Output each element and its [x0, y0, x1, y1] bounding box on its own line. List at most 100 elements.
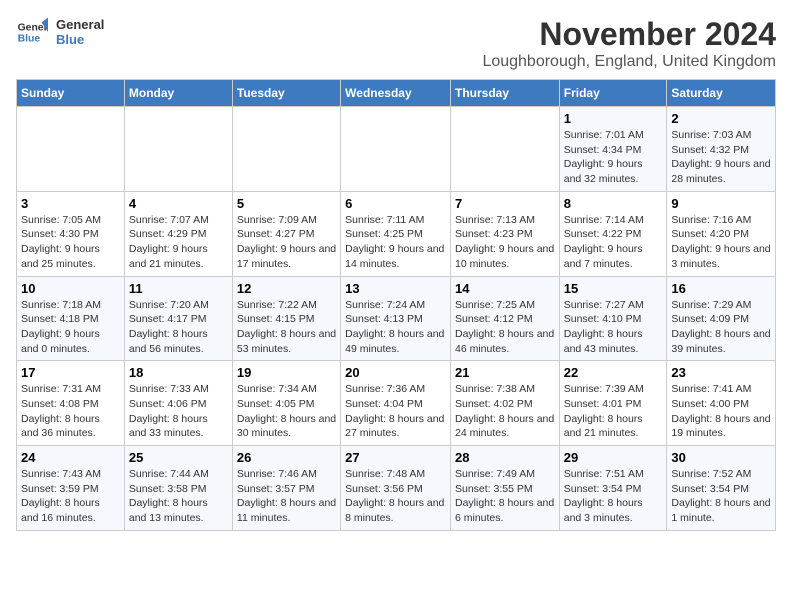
- calendar-cell: 30 Sunrise: 7:52 AM Sunset: 3:54 PM Dayli…: [667, 446, 776, 531]
- day-number: 30: [671, 450, 771, 465]
- weekday-header-friday: Friday: [559, 80, 667, 107]
- calendar-cell: 19 Sunrise: 7:34 AM Sunset: 4:05 PM Dayli…: [232, 361, 340, 446]
- day-info: Sunrise: 7:13 AM Sunset: 4:23 PM Dayligh…: [455, 213, 555, 272]
- calendar-cell: 22 Sunrise: 7:39 AM Sunset: 4:01 PM Dayli…: [559, 361, 667, 446]
- day-info: Sunrise: 7:33 AM Sunset: 4:06 PM Dayligh…: [129, 382, 228, 441]
- location-title: Loughborough, England, United Kingdom: [482, 53, 776, 71]
- day-number: 29: [564, 450, 663, 465]
- page-header: General Blue General Blue November 2024 …: [16, 16, 776, 71]
- calendar-cell: [17, 107, 125, 192]
- weekday-header-sunday: Sunday: [17, 80, 125, 107]
- calendar-cell: 11 Sunrise: 7:20 AM Sunset: 4:17 PM Dayli…: [124, 276, 232, 361]
- day-number: 11: [129, 281, 228, 296]
- day-info: Sunrise: 7:07 AM Sunset: 4:29 PM Dayligh…: [129, 213, 228, 272]
- day-info: Sunrise: 7:14 AM Sunset: 4:22 PM Dayligh…: [564, 213, 663, 272]
- calendar-cell: 10 Sunrise: 7:18 AM Sunset: 4:18 PM Dayli…: [17, 276, 125, 361]
- day-info: Sunrise: 7:44 AM Sunset: 3:58 PM Dayligh…: [129, 467, 228, 526]
- weekday-header-tuesday: Tuesday: [232, 80, 340, 107]
- day-info: Sunrise: 7:11 AM Sunset: 4:25 PM Dayligh…: [345, 213, 446, 272]
- weekday-header-wednesday: Wednesday: [341, 80, 451, 107]
- calendar-cell: 17Sunrise: 7:31 AM Sunset: 4:08 PM Dayli…: [17, 361, 125, 446]
- calendar-cell: [341, 107, 451, 192]
- day-number: 3: [21, 196, 120, 211]
- calendar-cell: 18 Sunrise: 7:33 AM Sunset: 4:06 PM Dayli…: [124, 361, 232, 446]
- calendar-cell: 4 Sunrise: 7:07 AM Sunset: 4:29 PM Daylig…: [124, 191, 232, 276]
- calendar-cell: 5 Sunrise: 7:09 AM Sunset: 4:27 PM Daylig…: [232, 191, 340, 276]
- calendar-cell: 25 Sunrise: 7:44 AM Sunset: 3:58 PM Dayli…: [124, 446, 232, 531]
- day-number: 22: [564, 365, 663, 380]
- day-number: 10: [21, 281, 120, 296]
- day-number: 5: [237, 196, 336, 211]
- day-info: Sunrise: 7:51 AM Sunset: 3:54 PM Dayligh…: [564, 467, 663, 526]
- day-info: Sunrise: 7:41 AM Sunset: 4:00 PM Dayligh…: [671, 382, 771, 441]
- day-number: 7: [455, 196, 555, 211]
- calendar-week-row: 10 Sunrise: 7:18 AM Sunset: 4:18 PM Dayli…: [17, 276, 776, 361]
- day-number: 1: [564, 111, 663, 126]
- calendar-cell: 13 Sunrise: 7:24 AM Sunset: 4:13 PM Dayli…: [341, 276, 451, 361]
- day-number: 21: [455, 365, 555, 380]
- calendar-cell: 21 Sunrise: 7:38 AM Sunset: 4:02 PM Dayli…: [450, 361, 559, 446]
- day-number: 20: [345, 365, 446, 380]
- calendar-week-row: 1 Sunrise: 7:01 AM Sunset: 4:34 PM Daylig…: [17, 107, 776, 192]
- day-info: Sunrise: 7:48 AM Sunset: 3:56 PM Dayligh…: [345, 467, 446, 526]
- logo: General Blue General Blue: [16, 16, 104, 48]
- day-number: 23: [671, 365, 771, 380]
- day-info: Sunrise: 7:34 AM Sunset: 4:05 PM Dayligh…: [237, 382, 336, 441]
- calendar-cell: 23 Sunrise: 7:41 AM Sunset: 4:00 PM Dayli…: [667, 361, 776, 446]
- day-info: Sunrise: 7:16 AM Sunset: 4:20 PM Dayligh…: [671, 213, 771, 272]
- day-number: 28: [455, 450, 555, 465]
- calendar-cell: [124, 107, 232, 192]
- day-info: Sunrise: 7:46 AM Sunset: 3:57 PM Dayligh…: [237, 467, 336, 526]
- day-number: 25: [129, 450, 228, 465]
- day-info: Sunrise: 7:01 AM Sunset: 4:34 PM Dayligh…: [564, 128, 663, 187]
- svg-text:Blue: Blue: [18, 34, 41, 45]
- calendar-cell: 26Sunrise: 7:46 AM Sunset: 3:57 PM Dayli…: [232, 446, 340, 531]
- title-section: November 2024 Loughborough, England, Uni…: [482, 16, 776, 71]
- day-info: Sunrise: 7:43 AM Sunset: 3:59 PM Dayligh…: [21, 467, 120, 526]
- calendar-cell: 28 Sunrise: 7:49 AM Sunset: 3:55 PM Dayli…: [450, 446, 559, 531]
- weekday-header-monday: Monday: [124, 80, 232, 107]
- day-number: 9: [671, 196, 771, 211]
- day-number: 19: [237, 365, 336, 380]
- calendar-week-row: 24 Sunrise: 7:43 AM Sunset: 3:59 PM Dayli…: [17, 446, 776, 531]
- day-number: 27: [345, 450, 446, 465]
- calendar-cell: [232, 107, 340, 192]
- day-info: Sunrise: 7:52 AM Sunset: 3:54 PM Dayligh…: [671, 467, 771, 526]
- calendar-cell: 27 Sunrise: 7:48 AM Sunset: 3:56 PM Dayli…: [341, 446, 451, 531]
- day-info: Sunrise: 7:25 AM Sunset: 4:12 PM Dayligh…: [455, 298, 555, 357]
- day-info: Sunrise: 7:39 AM Sunset: 4:01 PM Dayligh…: [564, 382, 663, 441]
- day-number: 14: [455, 281, 555, 296]
- day-info: Sunrise: 7:20 AM Sunset: 4:17 PM Dayligh…: [129, 298, 228, 357]
- calendar-cell: 3Sunrise: 7:05 AM Sunset: 4:30 PM Daylig…: [17, 191, 125, 276]
- calendar-cell: 7 Sunrise: 7:13 AM Sunset: 4:23 PM Daylig…: [450, 191, 559, 276]
- day-number: 16: [671, 281, 771, 296]
- day-info: Sunrise: 7:49 AM Sunset: 3:55 PM Dayligh…: [455, 467, 555, 526]
- calendar-cell: 9 Sunrise: 7:16 AM Sunset: 4:20 PM Daylig…: [667, 191, 776, 276]
- weekday-header-thursday: Thursday: [450, 80, 559, 107]
- calendar-cell: 15Sunrise: 7:27 AM Sunset: 4:10 PM Dayli…: [559, 276, 667, 361]
- day-number: 18: [129, 365, 228, 380]
- calendar-cell: 12Sunrise: 7:22 AM Sunset: 4:15 PM Dayli…: [232, 276, 340, 361]
- logo-text-general: General: [56, 17, 104, 32]
- calendar-cell: [450, 107, 559, 192]
- day-number: 8: [564, 196, 663, 211]
- day-info: Sunrise: 7:22 AM Sunset: 4:15 PM Dayligh…: [237, 298, 336, 357]
- weekday-header-saturday: Saturday: [667, 80, 776, 107]
- calendar-week-row: 3Sunrise: 7:05 AM Sunset: 4:30 PM Daylig…: [17, 191, 776, 276]
- day-number: 6: [345, 196, 446, 211]
- calendar-cell: 29 Sunrise: 7:51 AM Sunset: 3:54 PM Dayli…: [559, 446, 667, 531]
- day-number: 15: [564, 281, 663, 296]
- day-number: 4: [129, 196, 228, 211]
- calendar-cell: 2Sunrise: 7:03 AM Sunset: 4:32 PM Daylig…: [667, 107, 776, 192]
- day-number: 13: [345, 281, 446, 296]
- day-info: Sunrise: 7:36 AM Sunset: 4:04 PM Dayligh…: [345, 382, 446, 441]
- calendar-cell: 6 Sunrise: 7:11 AM Sunset: 4:25 PM Daylig…: [341, 191, 451, 276]
- calendar-cell: 1 Sunrise: 7:01 AM Sunset: 4:34 PM Daylig…: [559, 107, 667, 192]
- day-info: Sunrise: 7:18 AM Sunset: 4:18 PM Dayligh…: [21, 298, 120, 357]
- calendar-cell: 16Sunrise: 7:29 AM Sunset: 4:09 PM Dayli…: [667, 276, 776, 361]
- weekday-header-row: SundayMondayTuesdayWednesdayThursdayFrid…: [17, 80, 776, 107]
- day-info: Sunrise: 7:24 AM Sunset: 4:13 PM Dayligh…: [345, 298, 446, 357]
- day-info: Sunrise: 7:38 AM Sunset: 4:02 PM Dayligh…: [455, 382, 555, 441]
- day-number: 24: [21, 450, 120, 465]
- day-info: Sunrise: 7:09 AM Sunset: 4:27 PM Dayligh…: [237, 213, 336, 272]
